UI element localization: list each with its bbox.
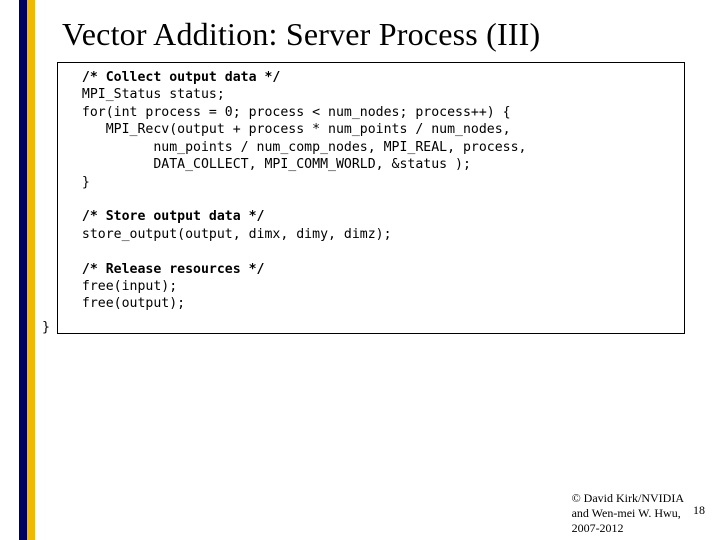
page-number: 18 [693, 503, 705, 518]
code-line: store_output(output, dimx, dimy, dimz); [66, 227, 392, 242]
code-box: /* Collect output data */ MPI_Status sta… [57, 62, 685, 334]
code-line: MPI_Status status; [66, 87, 225, 102]
code-comment-collect: /* Collect output data */ [66, 70, 280, 85]
footer-line-2: and Wen-mei W. Hwu, [572, 506, 684, 521]
code-line: free(output); [66, 296, 185, 311]
code-line: MPI_Recv(output + process * num_points /… [66, 122, 511, 137]
slide-title: Vector Addition: Server Process (III) [62, 16, 540, 53]
code-line: } [66, 175, 90, 190]
stripe-navy [19, 0, 27, 540]
slide: Vector Addition: Server Process (III) /*… [0, 0, 720, 540]
left-stripe-decoration [19, 0, 35, 540]
footer-line-1: © David Kirk/NVIDIA [572, 491, 684, 506]
footer-credits: © David Kirk/NVIDIA and Wen-mei W. Hwu, … [572, 491, 684, 536]
footer-line-3: 2007-2012 [572, 521, 684, 536]
code-line: free(input); [66, 279, 177, 294]
code-line: for(int process = 0; process < num_nodes… [66, 105, 511, 120]
code-listing: /* Collect output data */ MPI_Status sta… [66, 69, 676, 313]
code-line: num_points / num_comp_nodes, MPI_REAL, p… [66, 140, 527, 155]
code-closing-brace: } [42, 320, 50, 335]
code-comment-store: /* Store output data */ [66, 209, 265, 224]
code-comment-release: /* Release resources */ [66, 262, 265, 277]
code-line: DATA_COLLECT, MPI_COMM_WORLD, &status ); [66, 157, 471, 172]
stripe-yellow [27, 0, 35, 540]
